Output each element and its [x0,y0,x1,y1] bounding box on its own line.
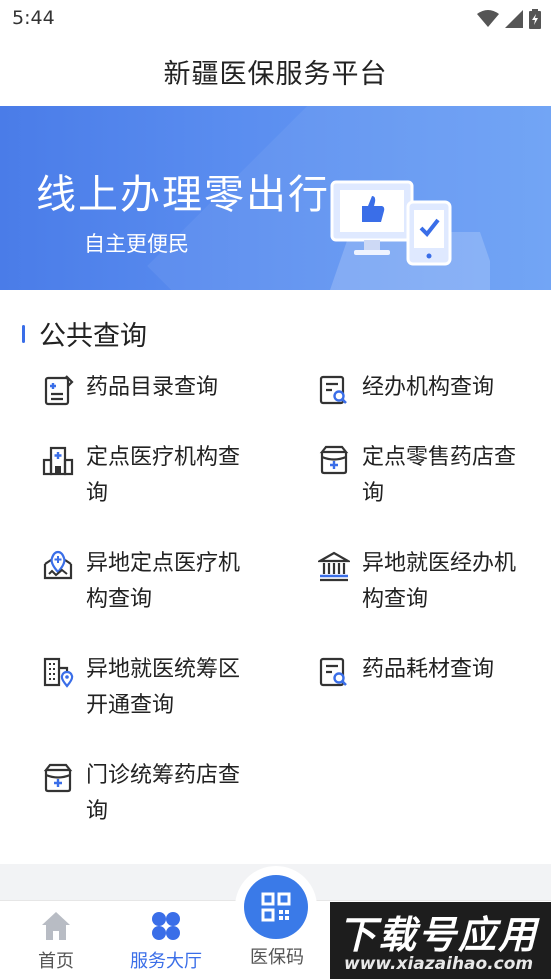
signal-icon [505,10,523,28]
app-header: 新疆医保服务平台 [0,36,551,106]
insurance-code-circle [244,875,308,939]
query-item-agency[interactable]: 经办机构查询 [318,370,534,406]
query-item-label: 药品耗材查询 [362,657,495,682]
query-item-label: 经办机构查询 [362,375,495,400]
tab-home[interactable]: 首页 [24,901,88,979]
query-item-label: 异地就医统筹区开通查询 [86,657,241,718]
promo-banner[interactable]: 线上办理零出行 自主更便民 [0,106,551,290]
drug-catalog-icon [44,375,74,406]
query-item-label: 定点医疗机构查询 [86,445,241,506]
region-building-icon [43,657,74,688]
banner-subtitle: 自主更便民 [84,232,189,256]
section-header: 公共查询 [22,314,147,353]
query-item-drug-catalog[interactable]: 药品目录查询 [42,370,258,406]
agency-search-icon [319,375,347,405]
tab-service-hall[interactable]: 服务大厅 [120,901,212,979]
query-item-label: 门诊统筹药店查询 [86,763,241,824]
watermark-main: 下载号应用 [338,913,539,957]
banner-title: 线上办理零出行 [36,172,330,218]
battery-icon [529,9,541,29]
query-item-label: 异地就医经办机构查询 [362,551,517,612]
query-item-outpatient-pharmacy[interactable]: 门诊统筹药店查询 [42,758,258,830]
section-accent-bar [22,324,25,343]
query-item-label: 定点零售药店查询 [362,445,517,506]
status-time: 5:44 [12,7,55,29]
query-item-label: 药品目录查询 [86,375,219,400]
service-hall-icon [152,912,180,940]
status-bar: 5:44 [0,0,551,36]
query-item-label: 异地定点医疗机构查询 [86,551,241,612]
page-title: 新疆医保服务平台 [163,58,388,90]
institution-icon [318,551,350,582]
watermark-url: www.xiazaihao.com [344,954,534,974]
remote-hospital-icon [43,550,73,580]
wifi-icon [477,10,499,27]
query-item-region[interactable]: 异地就医统筹区开通查询 [42,652,258,724]
status-icons [477,9,541,29]
watermark: 下载号应用 www.xiazaihao.com [330,902,551,979]
tab-service-label: 服务大厅 [130,951,202,972]
insurance-code-button[interactable] [235,866,317,948]
pharmacy-icon [319,445,349,475]
tab-home-label: 首页 [38,951,74,972]
qr-code-icon [261,892,291,922]
home-icon [42,912,70,940]
query-item-pharmacy[interactable]: 定点零售药店查询 [318,440,534,512]
consumables-search-icon [319,657,347,687]
query-item-consumables[interactable]: 药品耗材查询 [318,652,534,688]
outpatient-pharmacy-icon [43,763,73,793]
hospital-icon [42,446,74,476]
query-item-remote-hospital[interactable]: 异地定点医疗机构查询 [42,546,258,618]
computer-tablet-illustration [330,180,490,290]
section-title: 公共查询 [39,321,147,352]
public-query-section: 公共查询 药品目录查询 经办机构查询 定点医疗机构查询 定点零售药店查询 异地定… [0,290,551,864]
query-item-hospital[interactable]: 定点医疗机构查询 [42,440,258,512]
query-item-institution[interactable]: 异地就医经办机构查询 [318,546,534,618]
